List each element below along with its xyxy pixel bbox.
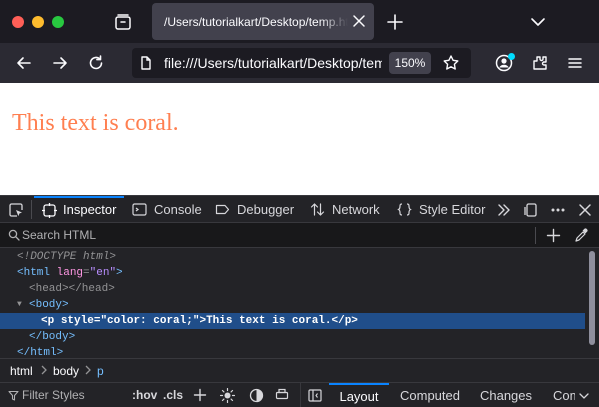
window-minimize-button[interactable] <box>32 16 44 28</box>
star-icon[interactable] <box>442 54 460 72</box>
more-options-icon[interactable] <box>550 202 566 218</box>
dock-icon[interactable] <box>523 202 539 218</box>
p-text-content: This text is coral. <box>206 315 332 327</box>
tab-debugger[interactable]: Debugger <box>215 196 300 223</box>
tab-compatibility[interactable]: Compatibility <box>545 383 575 407</box>
tab-network-label: Network <box>332 202 380 217</box>
head-tag-text: <head></head> <box>29 283 115 295</box>
print-icon[interactable] <box>275 388 289 402</box>
console-icon <box>132 203 147 216</box>
navigation-toolbar: file:///Users/tutorialkart/Desktop/temp.… <box>0 43 599 83</box>
chevron-right-icon <box>41 365 47 375</box>
tab-debugger-label: Debugger <box>237 202 295 217</box>
p-attr-name: style <box>60 315 94 327</box>
reload-icon[interactable] <box>86 53 106 73</box>
breadcrumb-html[interactable]: html <box>10 364 33 378</box>
element-picker-icon[interactable] <box>8 202 24 218</box>
expand-triangle-icon[interactable]: ▼ <box>17 297 22 313</box>
search-html-input[interactable] <box>22 226 522 244</box>
tab-strip: /Users/tutorialkart/Desktop/temp.html <box>0 0 599 43</box>
html-attr-name: lang <box>56 267 84 279</box>
extensions-icon[interactable] <box>530 53 550 73</box>
markup-node-p-selected[interactable]: <p style="color: coral;">This text is co… <box>0 313 585 329</box>
filter-icon <box>8 390 19 401</box>
back-arrow-icon[interactable] <box>14 53 34 73</box>
coral-paragraph: This text is coral. <box>12 110 179 136</box>
style-editor-icon <box>397 203 412 216</box>
p-open-tag: <p <box>41 315 55 327</box>
url-bar[interactable]: file:///Users/tutorialkart/Desktop/temp.… <box>132 48 471 78</box>
filter-styles-input[interactable] <box>22 387 122 403</box>
close-icon[interactable] <box>577 202 593 218</box>
window-close-button[interactable] <box>12 16 24 28</box>
markup-node-body-close[interactable]: </body> <box>0 329 585 345</box>
hamburger-menu-icon[interactable] <box>565 53 585 73</box>
tab-changes[interactable]: Changes <box>475 383 537 407</box>
search-icon <box>8 229 20 241</box>
tab-console[interactable]: Console <box>132 196 207 223</box>
chevron-down-icon[interactable] <box>528 12 548 32</box>
markup-search-bar <box>0 223 599 248</box>
eyedropper-icon[interactable] <box>574 228 589 243</box>
window-maximize-button[interactable] <box>52 16 64 28</box>
breadcrumb-p[interactable]: p <box>97 364 104 378</box>
html-attr-value: "en" <box>89 267 117 279</box>
markup-node-body[interactable]: ▼ <body> <box>0 297 585 313</box>
markup-node-head[interactable]: <head></head> <box>0 281 585 297</box>
forward-arrow-icon[interactable] <box>50 53 70 73</box>
panel-separator <box>300 383 301 407</box>
sidebar-toggle-icon[interactable] <box>308 389 322 402</box>
tab-network[interactable]: Network <box>310 196 385 223</box>
tab-title: /Users/tutorialkart/Desktop/temp.html <box>164 15 348 29</box>
chevron-down-icon[interactable] <box>578 390 590 402</box>
toolbar-separator <box>31 200 32 219</box>
overflow-chevrons-icon[interactable] <box>496 202 512 218</box>
plus-icon[interactable] <box>546 228 561 243</box>
tab-inspector[interactable]: Inspector <box>34 196 124 223</box>
body-close-tag: </body> <box>29 331 76 343</box>
class-toggle-button[interactable]: .cls <box>163 388 183 402</box>
chevron-right-icon <box>85 365 91 375</box>
close-icon[interactable] <box>350 12 368 30</box>
plus-icon[interactable] <box>385 12 405 32</box>
rules-toolbar: :hov .cls Layout Computed Changes Compat… <box>0 382 599 407</box>
debugger-icon <box>215 204 230 215</box>
markup-node-doctype[interactable]: <!DOCTYPE html> <box>0 249 585 265</box>
light-mode-icon[interactable] <box>220 388 235 403</box>
doctype-text: <!DOCTYPE html> <box>17 251 117 263</box>
p-attr-value: "color: coral;" <box>100 315 200 327</box>
zoom-level-badge[interactable]: 150% <box>389 52 431 74</box>
tab-overview-icon[interactable] <box>112 11 134 33</box>
plus-icon[interactable] <box>193 388 207 402</box>
contrast-icon[interactable] <box>249 388 264 403</box>
devtools-toolbar: Inspector Console Debugger Network Style… <box>0 195 599 223</box>
active-tab[interactable]: /Users/tutorialkart/Desktop/temp.html <box>152 3 374 40</box>
page-icon[interactable] <box>138 55 154 71</box>
breadcrumb-body[interactable]: body <box>53 364 79 378</box>
tab-layout[interactable]: Layout <box>329 383 389 407</box>
account-notification-dot <box>508 53 515 60</box>
tab-console-label: Console <box>154 202 202 217</box>
body-open-tag: <body> <box>29 299 69 311</box>
tab-style-editor-label: Style Editor <box>419 202 486 217</box>
pseudo-class-toggle-button[interactable]: :hov <box>132 388 157 402</box>
tab-computed[interactable]: Computed <box>393 383 467 407</box>
inspector-icon <box>42 203 57 218</box>
toolbar-separator <box>535 227 536 244</box>
tab-style-editor[interactable]: Style Editor <box>397 196 489 223</box>
markup-scrollbar-thumb[interactable] <box>589 251 595 345</box>
url-text[interactable]: file:///Users/tutorialkart/Desktop/temp.… <box>164 55 382 71</box>
p-close-tag: </p> <box>331 315 358 327</box>
markup-node-html[interactable]: <html lang="en"> <box>0 265 585 281</box>
breadcrumb: html body p <box>0 358 599 382</box>
markup-tree: <!DOCTYPE html> <html lang="en"> <head><… <box>0 248 585 359</box>
html-open-tag: <html <box>17 267 51 279</box>
tab-inspector-label: Inspector <box>63 202 117 217</box>
page-content: This text is coral. <box>0 83 599 196</box>
network-icon <box>310 203 325 216</box>
